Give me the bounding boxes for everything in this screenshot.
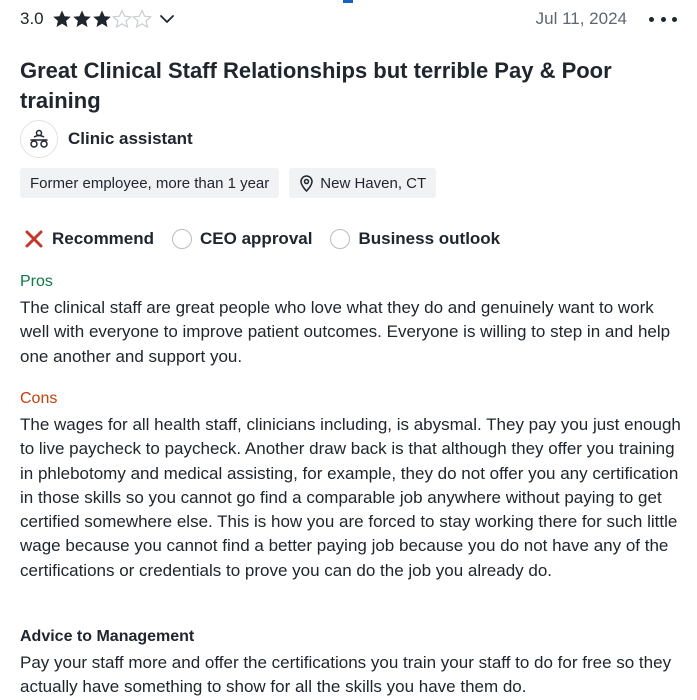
employment-tag: Former employee, more than 1 year bbox=[20, 168, 280, 198]
pros-heading: Pros bbox=[20, 273, 53, 290]
star-rating bbox=[52, 9, 152, 29]
location-tag-label: New Haven, CT bbox=[320, 174, 427, 192]
recommend-label: Recommend bbox=[52, 229, 155, 248]
employment-tag-label: Former employee, more than 1 year bbox=[30, 174, 270, 192]
advice-text: Pay your staff more and offer the certif… bbox=[20, 653, 672, 697]
star-empty-icon bbox=[131, 9, 152, 29]
more-dot bbox=[660, 16, 666, 22]
ceo-approval-label: CEO approval bbox=[200, 229, 313, 248]
cons-heading: Cons bbox=[20, 390, 58, 407]
more-dot bbox=[672, 16, 677, 22]
review-date: Jul 11, 2024 bbox=[535, 9, 627, 28]
employees-icon bbox=[20, 120, 58, 158]
review-title: Great Clinical Staff Relationships but t… bbox=[20, 58, 612, 113]
top-accent-bar bbox=[343, 0, 353, 3]
review-header: 3.0 Jul 11, 2024 bbox=[20, 6, 677, 32]
empty-circle-icon bbox=[330, 229, 351, 249]
recommend-indicator: Recommend bbox=[24, 229, 154, 249]
location-tag: New Haven, CT bbox=[289, 168, 437, 198]
advice-heading: Advice to Management bbox=[20, 628, 195, 645]
location-pin-icon bbox=[300, 174, 314, 192]
empty-circle-icon bbox=[172, 229, 193, 249]
reviewer-role: Clinic assistant bbox=[20, 119, 193, 159]
star-filled-icon bbox=[72, 10, 91, 27]
review-indicators: Recommend CEO approval Business outlook bbox=[24, 226, 518, 252]
business-outlook-label: Business outlook bbox=[358, 229, 501, 248]
more-options-icon[interactable] bbox=[649, 9, 677, 29]
star-filled-icon bbox=[92, 10, 111, 27]
business-outlook-indicator: Business outlook bbox=[330, 229, 500, 249]
star-filled-icon bbox=[52, 10, 71, 27]
role-label: Clinic assistant bbox=[68, 129, 193, 148]
x-mark-icon bbox=[24, 229, 44, 249]
more-dot bbox=[649, 16, 654, 22]
review-tags: Former employee, more than 1 year New Ha… bbox=[20, 168, 437, 198]
cons-text: The wages for all health staff, clinicia… bbox=[20, 415, 681, 580]
star-empty-icon bbox=[111, 9, 132, 29]
rating-number: 3.0 bbox=[20, 9, 44, 28]
review-card: 3.0 Jul 11, 2024 Great Clinical Staff Re… bbox=[0, 0, 697, 700]
ceo-approval-indicator: CEO approval bbox=[172, 229, 312, 249]
pros-text: The clinical staff are great people who … bbox=[20, 298, 671, 366]
chevron-down-icon[interactable] bbox=[158, 10, 176, 28]
